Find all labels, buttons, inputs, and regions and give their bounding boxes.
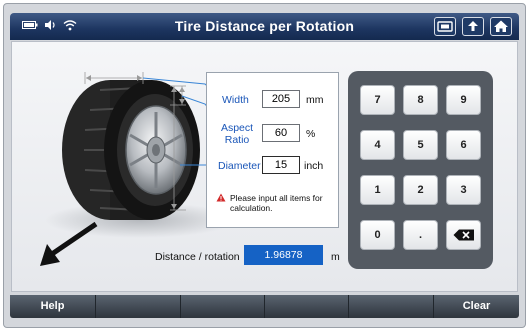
distance-value: 1.96878 — [244, 245, 323, 265]
key-3[interactable]: 3 — [446, 175, 481, 205]
numeric-keypad: 7 8 9 4 5 6 1 2 3 0 . — [348, 71, 493, 269]
diameter-unit: inch — [304, 160, 324, 172]
aspect-ratio-field[interactable]: 60 — [262, 124, 300, 142]
aspect-label-line2: Ratio — [224, 134, 250, 146]
aspect-label-line1: Aspect — [220, 122, 254, 134]
warning-message: Please input all items for calculation. — [230, 193, 323, 213]
key-0[interactable]: 0 — [360, 220, 395, 250]
key-decimal[interactable]: . — [403, 220, 438, 250]
warning-icon — [216, 193, 226, 202]
width-field[interactable]: 205 — [262, 90, 300, 108]
key-9[interactable]: 9 — [446, 85, 481, 115]
help-button[interactable]: Help — [10, 295, 96, 318]
clear-button[interactable]: Clear — [434, 295, 519, 318]
distance-unit: m — [331, 251, 340, 263]
diameter-label: Diameter — [218, 160, 261, 172]
key-7[interactable]: 7 — [360, 85, 395, 115]
key-6[interactable]: 6 — [446, 130, 481, 160]
key-1[interactable]: 1 — [360, 175, 395, 205]
toolbar-slot-3 — [181, 295, 265, 318]
key-5[interactable]: 5 — [403, 130, 438, 160]
width-unit: mm — [306, 94, 324, 106]
aspect-ratio-unit: % — [306, 128, 316, 140]
distance-label: Distance / rotation — [155, 251, 240, 263]
key-8[interactable]: 8 — [403, 85, 438, 115]
aspect-ratio-label: Aspect Ratio — [218, 122, 256, 146]
backspace-key[interactable] — [446, 220, 481, 250]
toolbar-slot-4 — [265, 295, 349, 318]
backspace-icon — [453, 229, 474, 241]
key-2[interactable]: 2 — [403, 175, 438, 205]
key-4[interactable]: 4 — [360, 130, 395, 160]
width-label: Width — [222, 94, 249, 106]
diameter-field[interactable]: 15 — [262, 156, 300, 174]
toolbar-slot-2 — [96, 295, 181, 318]
bottom-toolbar: Help Clear — [10, 295, 519, 318]
toolbar-slot-5 — [349, 295, 434, 318]
